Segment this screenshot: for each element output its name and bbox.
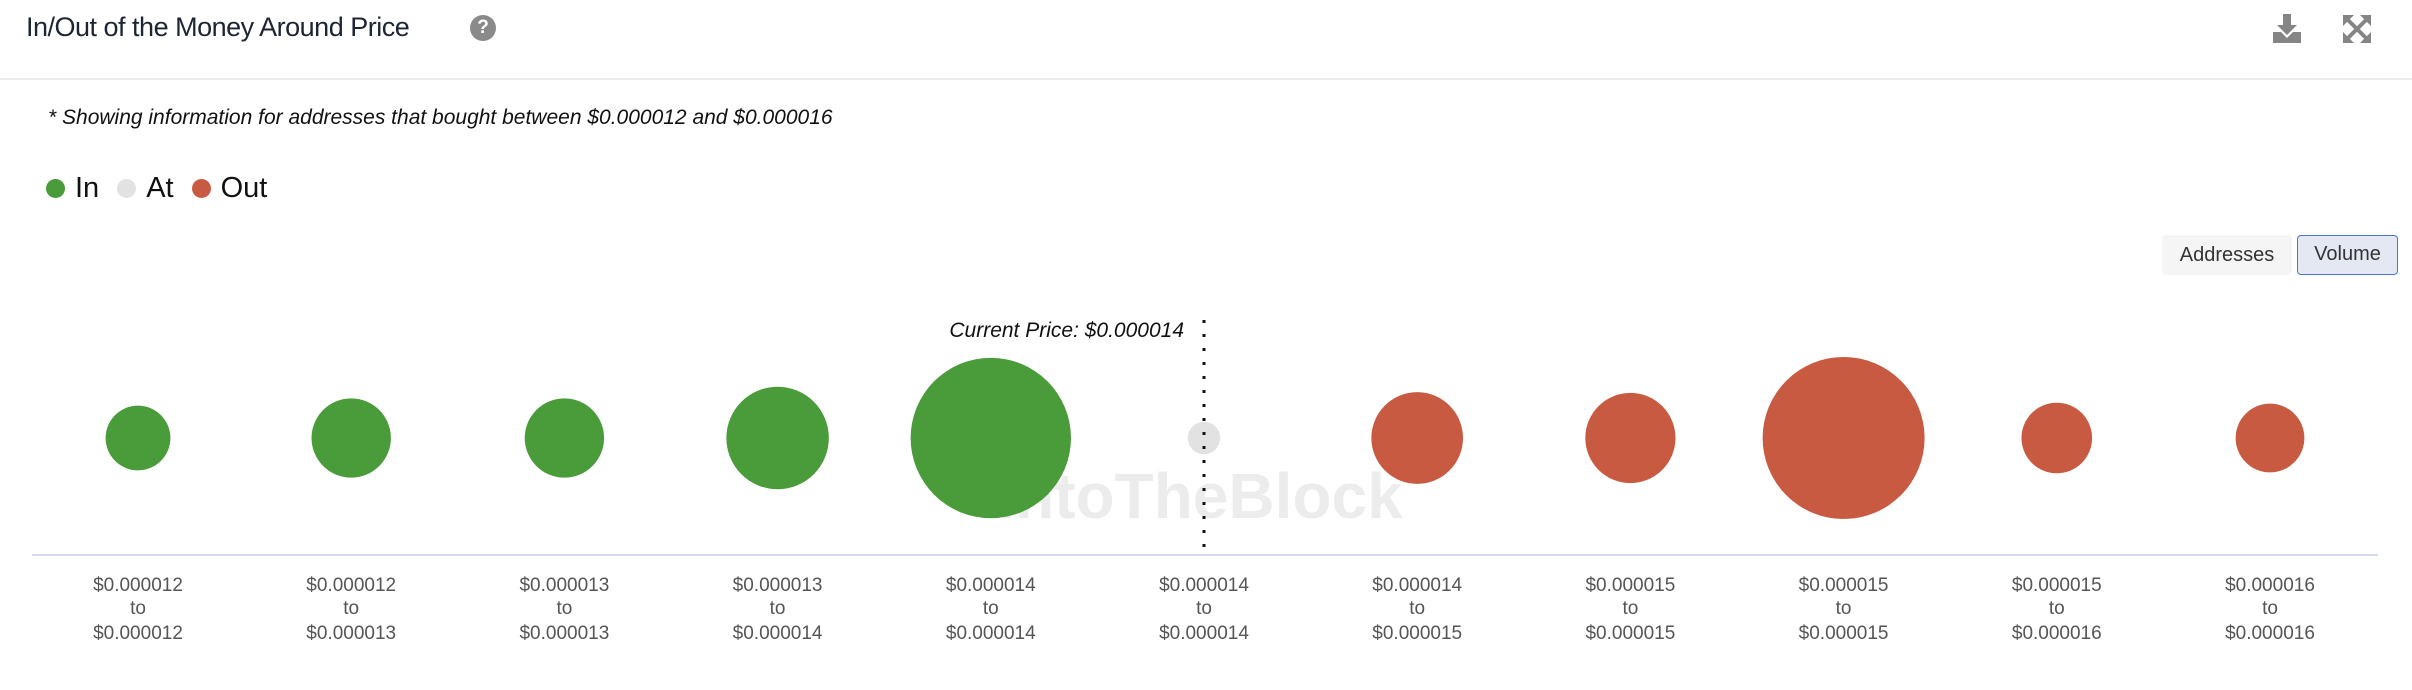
tick-label-to: $0.000016 bbox=[2225, 623, 2315, 644]
bubble-chart: IntoTheBlock$0.000012to$0.000012$0.00001… bbox=[32, 319, 2378, 644]
bubble-out bbox=[2021, 402, 2093, 474]
tick-label-to: $0.000015 bbox=[1585, 623, 1675, 644]
tick-label-from: $0.000014 bbox=[1159, 575, 1249, 596]
tick-label-to-word: to bbox=[1409, 598, 1425, 619]
tick-label-from: $0.000013 bbox=[519, 575, 609, 596]
bubble-out bbox=[2235, 403, 2305, 473]
tick-label-to: $0.000016 bbox=[2012, 623, 2102, 644]
tick-label-to: $0.000014 bbox=[1159, 623, 1249, 644]
bubble-in bbox=[910, 357, 1071, 519]
tick-label-to: $0.000013 bbox=[306, 623, 396, 644]
tick-label-to-word: to bbox=[770, 598, 786, 619]
tick-label-to: $0.000015 bbox=[1799, 623, 1889, 644]
tick-label-to: $0.000012 bbox=[93, 623, 183, 644]
tick-label-to: $0.000015 bbox=[1372, 623, 1462, 644]
current-price-label: Current Price: $0.000014 bbox=[949, 319, 1184, 342]
tick-label-to-word: to bbox=[1196, 598, 1212, 619]
tick-label-to-word: to bbox=[556, 598, 572, 619]
bubble-out bbox=[1371, 392, 1464, 484]
tick-label-to-word: to bbox=[343, 598, 359, 619]
tick-label-from: $0.000015 bbox=[1799, 575, 1889, 596]
tick-label-to: $0.000014 bbox=[946, 623, 1036, 644]
bubble-in bbox=[311, 398, 391, 478]
bubble-in bbox=[105, 405, 171, 471]
tick-label-from: $0.000012 bbox=[306, 575, 396, 596]
tick-label-to-word: to bbox=[1622, 598, 1638, 619]
bubble-out bbox=[1585, 392, 1676, 484]
tick-label-from: $0.000014 bbox=[1372, 575, 1462, 596]
tick-label-from: $0.000015 bbox=[2012, 575, 2102, 596]
tick-label-to-word: to bbox=[2262, 598, 2278, 619]
tick-label-from: $0.000012 bbox=[93, 575, 183, 596]
tick-label-from: $0.000013 bbox=[733, 575, 823, 596]
tick-label-from: $0.000015 bbox=[1585, 575, 1675, 596]
bubble-at bbox=[1187, 421, 1221, 455]
tick-label-to: $0.000014 bbox=[733, 623, 823, 644]
tick-label-from: $0.000014 bbox=[946, 575, 1036, 596]
bubble-in bbox=[726, 386, 829, 490]
tick-label-to-word: to bbox=[130, 598, 146, 619]
tick-label-to-word: to bbox=[983, 598, 999, 619]
tick-label-from: $0.000016 bbox=[2225, 575, 2315, 596]
bubble-out bbox=[1762, 357, 1925, 519]
tick-label-to-word: to bbox=[2049, 598, 2065, 619]
tick-label-to-word: to bbox=[1836, 598, 1852, 619]
bubble-in bbox=[524, 398, 605, 478]
tick-label-to: $0.000013 bbox=[519, 623, 609, 644]
